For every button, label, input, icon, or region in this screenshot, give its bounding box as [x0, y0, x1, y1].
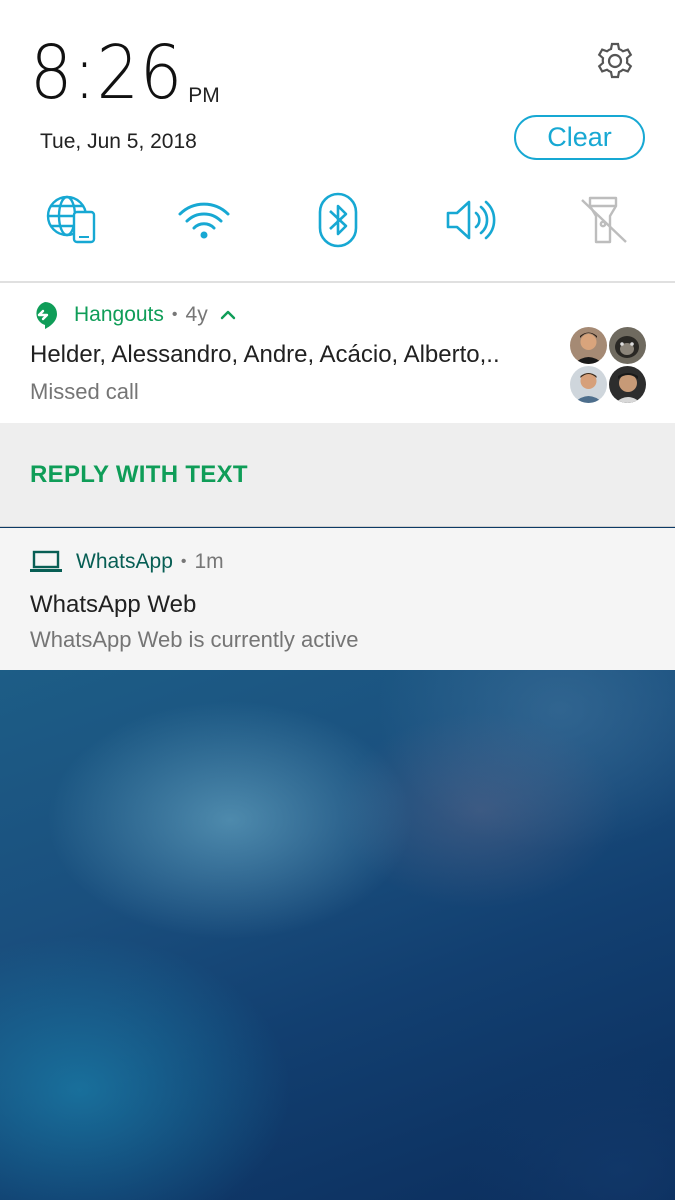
- tile-bluetooth[interactable]: [310, 192, 366, 248]
- separator-dot: •: [171, 306, 178, 323]
- flashlight-off-icon: [581, 196, 627, 244]
- sound-icon: [446, 200, 496, 240]
- settings-gear-icon[interactable]: [594, 40, 636, 82]
- status-clock[interactable]: 8:26 PM: [30, 30, 220, 116]
- tile-sound[interactable]: [443, 192, 499, 248]
- avatar: [570, 366, 607, 403]
- notification-hangouts[interactable]: Hangouts • 4y Helder, Alessandro, Andre,…: [0, 283, 675, 423]
- notification-title: Helder, Alessandro, Andre, Acácio, Alber…: [30, 341, 500, 368]
- notification-whatsapp[interactable]: WhatsApp • 1m WhatsApp Web WhatsApp Web …: [0, 528, 675, 670]
- notification-title: WhatsApp Web: [30, 591, 197, 618]
- group-avatars: [570, 327, 646, 403]
- notification-text: Missed call: [30, 379, 139, 404]
- hangouts-icon: [36, 302, 57, 329]
- wifi-icon: [178, 202, 230, 239]
- chevron-up-icon[interactable]: [218, 305, 238, 325]
- notification-actions: REPLY WITH TEXT: [0, 423, 675, 527]
- app-name: WhatsApp: [76, 550, 173, 573]
- separator-dot: •: [180, 553, 187, 570]
- app-name: Hangouts: [74, 303, 164, 326]
- notification-age: 4y: [185, 303, 208, 326]
- avatar: [609, 327, 646, 364]
- avatar: [609, 366, 646, 403]
- date-label[interactable]: Tue, Jun 5, 2018: [40, 130, 197, 154]
- data-roaming-icon: [46, 195, 96, 244]
- laptop-icon: [30, 550, 62, 572]
- tile-wifi[interactable]: [176, 192, 232, 248]
- tile-mobile-data[interactable]: [44, 192, 100, 248]
- reply-with-text-button[interactable]: REPLY WITH TEXT: [30, 461, 248, 489]
- notification-header[interactable]: Hangouts • 4y: [30, 300, 238, 330]
- avatar: [570, 327, 607, 364]
- tile-flashlight[interactable]: [576, 192, 632, 248]
- notification-header[interactable]: WhatsApp • 1m: [30, 549, 224, 575]
- notification-age: 1m: [194, 550, 224, 573]
- clock-time: 8:26: [30, 30, 184, 116]
- notification-text: WhatsApp Web is currently active: [30, 627, 359, 652]
- clear-all-button[interactable]: Clear: [514, 115, 645, 160]
- quick-settings-panel: 8:26 PM Tue, Jun 5, 2018 Clear: [0, 0, 675, 283]
- clock-ampm: PM: [188, 84, 220, 107]
- bluetooth-icon: [318, 192, 358, 248]
- home-wallpaper: [0, 670, 675, 1200]
